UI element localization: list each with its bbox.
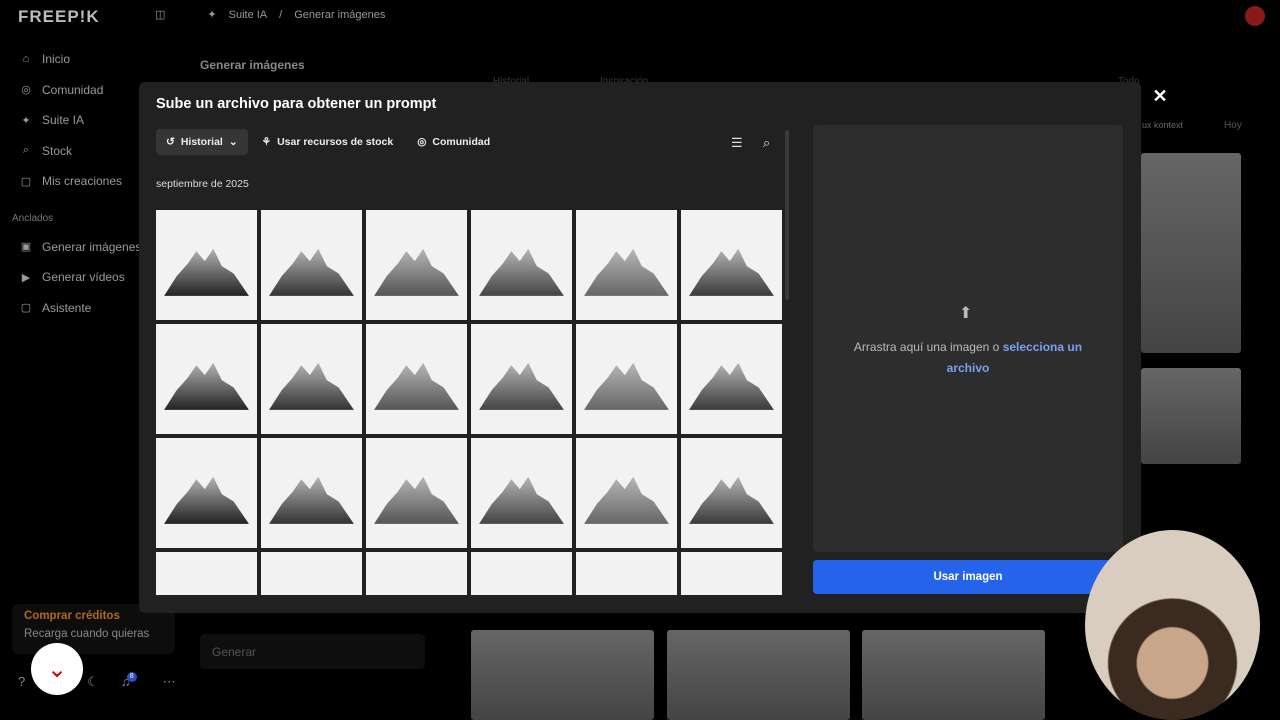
home-icon: ⌂ bbox=[22, 53, 30, 66]
use-image-button[interactable]: Usar imagen bbox=[813, 560, 1123, 594]
bg-thumbnail[interactable] bbox=[1141, 153, 1241, 353]
history-thumbnail[interactable] bbox=[366, 324, 467, 434]
upload-prompt-modal: Sube un archivo para obtener un prompt ↺… bbox=[139, 82, 1141, 613]
background-title: Generar imágenes bbox=[200, 58, 305, 72]
assistant-icon: ▢ bbox=[20, 302, 32, 315]
tab-historial[interactable]: ↺ Historial ⌄ bbox=[156, 129, 248, 155]
mountain-image bbox=[689, 248, 774, 296]
history-thumbnail[interactable] bbox=[471, 552, 572, 595]
globe-icon: ◎ bbox=[417, 136, 427, 148]
search-icon: ⌕ bbox=[22, 144, 30, 157]
sidebar-item-inicio[interactable]: ⌂ Inicio bbox=[0, 44, 185, 75]
bg-thumbnail[interactable] bbox=[667, 630, 850, 720]
history-thumbnail[interactable] bbox=[576, 324, 677, 434]
history-thumbnail[interactable] bbox=[261, 438, 362, 548]
upload-image-icon: ⬆ bbox=[959, 305, 973, 322]
mountain-image bbox=[164, 476, 249, 524]
moon-icon[interactable]: ☾ bbox=[87, 674, 99, 690]
bg-thumbnail[interactable] bbox=[1141, 368, 1241, 464]
modal-title: Sube un archivo para obtener un prompt bbox=[156, 96, 437, 112]
breadcrumb-suite[interactable]: Suite IA bbox=[229, 9, 268, 21]
breadcrumb: ◫ ✦ Suite IA / Generar imágenes bbox=[155, 8, 386, 22]
modal-tabs: ↺ Historial ⌄ ⚘ Usar recursos de stock ◎ Com… bbox=[156, 129, 500, 155]
mountain-image bbox=[374, 248, 459, 296]
close-icon[interactable]: ✕ bbox=[1146, 82, 1174, 110]
history-thumbnail[interactable] bbox=[471, 324, 572, 434]
sparkle-icon: ✦ bbox=[207, 9, 217, 21]
help-icon[interactable]: ? bbox=[18, 674, 25, 690]
mountain-image bbox=[269, 248, 354, 296]
history-thumbnail[interactable] bbox=[471, 438, 572, 548]
stock-icon: ⚘ bbox=[261, 136, 272, 148]
bg-filter-chip[interactable]: ux kontext bbox=[1142, 120, 1183, 130]
mountain-image bbox=[689, 362, 774, 410]
history-thumbnail[interactable] bbox=[576, 210, 677, 320]
history-thumbnail[interactable] bbox=[471, 210, 572, 320]
mountain-image bbox=[479, 362, 564, 410]
channel-logo: ⌄ bbox=[31, 643, 83, 695]
bg-thumbnail[interactable] bbox=[862, 630, 1045, 720]
mountain-image bbox=[164, 248, 249, 296]
mountain-image bbox=[689, 476, 774, 524]
chevron-down-icon: ⌄ bbox=[228, 136, 238, 148]
history-thumbnail[interactable] bbox=[156, 210, 257, 320]
generate-input[interactable]: Generar bbox=[200, 634, 425, 669]
globe-icon: ◎ bbox=[21, 84, 31, 97]
sidebar-toggle-icon[interactable]: ◫ bbox=[155, 8, 165, 21]
history-thumbnail[interactable] bbox=[261, 552, 362, 595]
history-thumbnail[interactable] bbox=[681, 210, 782, 320]
bell-icon[interactable]: ♫8 bbox=[121, 671, 141, 690]
history-icon: ↺ bbox=[166, 136, 175, 148]
creations-icon: ▢ bbox=[20, 175, 32, 188]
mountain-image bbox=[584, 476, 669, 524]
history-thumbnail[interactable] bbox=[681, 324, 782, 434]
bg-today-checkbox[interactable]: Hoy bbox=[1224, 120, 1242, 131]
sparkle-icon: ✦ bbox=[21, 114, 31, 127]
mountain-image bbox=[374, 476, 459, 524]
tab-comunidad[interactable]: ◎ Comunidad bbox=[407, 129, 500, 155]
video-icon: ▶ bbox=[21, 271, 31, 284]
history-thumbnail[interactable] bbox=[366, 210, 467, 320]
image-icon: ▣ bbox=[20, 241, 32, 254]
mountain-image bbox=[374, 362, 459, 410]
tab-stock[interactable]: ⚘ Usar recursos de stock bbox=[252, 129, 404, 155]
history-thumbnail[interactable] bbox=[156, 552, 257, 595]
notification-badge: 8 bbox=[126, 671, 137, 682]
mountain-image bbox=[269, 362, 354, 410]
filter-icon[interactable]: ☰ bbox=[731, 135, 743, 151]
history-thumbnail[interactable] bbox=[681, 438, 782, 548]
history-thumbnail[interactable] bbox=[156, 324, 257, 434]
mountain-image bbox=[269, 476, 354, 524]
mountain-image bbox=[584, 248, 669, 296]
history-thumbnail[interactable] bbox=[576, 552, 677, 595]
history-thumbnail[interactable] bbox=[156, 438, 257, 548]
mountain-image bbox=[479, 248, 564, 296]
mountain-image bbox=[164, 362, 249, 410]
bg-thumbnail[interactable] bbox=[471, 630, 654, 720]
mountain-image bbox=[479, 476, 564, 524]
history-thumbnail[interactable] bbox=[576, 438, 677, 548]
webcam-overlay bbox=[1085, 530, 1260, 720]
mountain-image bbox=[584, 362, 669, 410]
breadcrumb-current: Generar imágenes bbox=[294, 8, 386, 21]
avatar[interactable] bbox=[1245, 6, 1265, 26]
history-thumbnail[interactable] bbox=[681, 552, 782, 595]
date-group-label: septiembre de 2025 bbox=[156, 178, 249, 190]
more-icon[interactable]: ⋯ bbox=[163, 674, 176, 690]
history-grid bbox=[156, 210, 782, 595]
drop-zone[interactable]: ⬆ Arrastra aquí una imagen o selecciona … bbox=[813, 125, 1123, 552]
history-thumbnail[interactable] bbox=[261, 324, 362, 434]
freepik-logo[interactable]: FREEP!K bbox=[18, 7, 100, 27]
search-icon[interactable]: ⌕ bbox=[763, 135, 770, 151]
grid-scrollbar[interactable] bbox=[785, 130, 789, 300]
history-thumbnail[interactable] bbox=[366, 438, 467, 548]
history-thumbnail[interactable] bbox=[366, 552, 467, 595]
history-thumbnail[interactable] bbox=[261, 210, 362, 320]
